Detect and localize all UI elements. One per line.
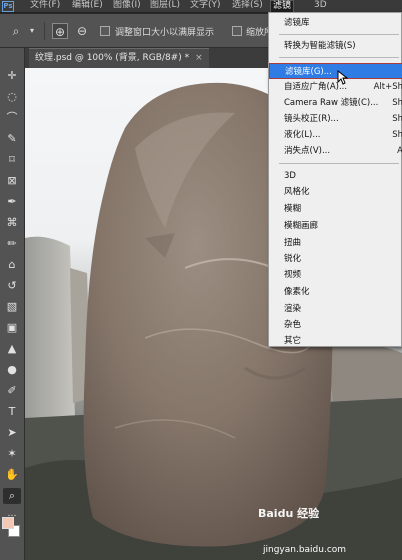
menu-edit[interactable]: 编辑(E)	[72, 0, 103, 13]
history-brush-tool-icon[interactable]: ↺	[3, 278, 21, 294]
close-icon[interactable]: ×	[195, 53, 203, 63]
gradient-tool-icon[interactable]: ▣	[3, 320, 21, 336]
menu-image[interactable]: 图像(I)	[113, 0, 141, 13]
tools-panel: ✛ ◌ ⌒ ✎ ⌑ ⊠ ✒ ⌘ ✏ ⌂ ↺ ▧ ▣ ▲ ● ✐ T ➤ ✶ ✋ …	[0, 48, 25, 560]
dodge-tool-icon[interactable]: ●	[3, 362, 21, 378]
menu-select[interactable]: 选择(S)	[232, 0, 263, 13]
resize-windows-checkbox[interactable]	[100, 26, 110, 36]
eraser-tool-icon[interactable]: ▧	[3, 299, 21, 315]
hand-tool-icon[interactable]: ✋	[3, 467, 21, 483]
menu-file[interactable]: 文件(F)	[30, 0, 60, 13]
menu-item-blur[interactable]: 模糊	[269, 201, 402, 217]
mouse-cursor-icon	[337, 70, 348, 85]
menu-item-convert-smart-filters[interactable]: 转换为智能滤镜(S)	[269, 38, 402, 54]
menu-item-lens-correction[interactable]: 镜头校正(R)... Sh	[269, 111, 402, 127]
menu-divider	[279, 34, 399, 35]
menu-type[interactable]: 文字(Y)	[190, 0, 221, 13]
menu-item-filter-gallery-last[interactable]: 滤镜库	[269, 15, 402, 31]
menu-item-3d[interactable]: 3D	[269, 168, 402, 184]
quick-selection-tool-icon[interactable]: ✎	[3, 131, 21, 147]
custom-shape-tool-icon[interactable]: ✶	[3, 446, 21, 462]
menu-item-adaptive-wide-angle[interactable]: 自适应广角(A)... Alt+Sh	[269, 79, 402, 95]
eyedropper-tool-icon[interactable]: ✒	[3, 194, 21, 210]
menu-item-blur-gallery[interactable]: 模糊画廊	[269, 218, 402, 234]
zoom-tool-icon[interactable]: ⌕	[8, 23, 24, 39]
chevron-down-icon[interactable]: ▾	[24, 23, 40, 39]
divider	[44, 22, 45, 40]
blur-tool-icon[interactable]: ▲	[3, 341, 21, 357]
menu-item-noise[interactable]: 杂色	[269, 317, 402, 333]
frame-tool-icon[interactable]: ⊠	[3, 173, 21, 189]
menu-item-other[interactable]: 其它	[269, 333, 402, 349]
zoom-out-icon[interactable]: ⊖	[74, 23, 90, 39]
menu-item-vanishing-point[interactable]: 消失点(V)... A	[269, 143, 402, 159]
menu-divider	[279, 163, 399, 164]
filter-menu: 滤镜库 转换为智能滤镜(S) 滤镜库(G)... 自适应广角(A)... Alt+…	[268, 12, 402, 347]
lasso-tool-icon[interactable]: ⌒	[3, 110, 21, 126]
menu-item-liquify[interactable]: 液化(L)... Sh	[269, 127, 402, 143]
foreground-color-swatch[interactable]	[2, 517, 14, 529]
type-tool-icon[interactable]: T	[3, 404, 21, 420]
healing-brush-tool-icon[interactable]: ⌘	[3, 215, 21, 231]
zoom-tool-icon[interactable]: ⌕	[3, 488, 21, 504]
menu-item-sharpen[interactable]: 锐化	[269, 251, 402, 267]
photoshop-logo[interactable]: Ps	[2, 1, 14, 12]
path-selection-tool-icon[interactable]: ➤	[3, 425, 21, 441]
baidu-watermark: Baidu 经验	[258, 507, 320, 520]
menu-item-camera-raw[interactable]: Camera Raw 滤镜(C)... Sh	[269, 95, 402, 111]
menu-divider	[279, 57, 399, 58]
menu-item-video[interactable]: 视频	[269, 267, 402, 283]
baidu-watermark-url: jingyan.baidu.com	[263, 545, 347, 555]
pen-tool-icon[interactable]: ✐	[3, 383, 21, 399]
menu-item-stylize[interactable]: 风格化	[269, 184, 402, 200]
menu-item-filter-gallery[interactable]: 滤镜库(G)...	[269, 63, 402, 79]
document-tab[interactable]: 纹理.psd @ 100% (背景, RGB/8#) * ×	[29, 48, 209, 68]
marquee-tool-icon[interactable]: ◌	[3, 89, 21, 105]
resize-windows-label: 调整窗口大小以满屏显示	[115, 28, 215, 38]
clone-stamp-tool-icon[interactable]: ⌂	[3, 257, 21, 273]
zoom-all-checkbox[interactable]	[232, 26, 242, 36]
menu-layer[interactable]: 图层(L)	[150, 0, 180, 13]
menu-item-pixelate[interactable]: 像素化	[269, 284, 402, 300]
crop-tool-icon[interactable]: ⌑	[3, 152, 21, 168]
menu-item-render[interactable]: 渲染	[269, 301, 402, 317]
zoom-in-icon[interactable]: ⊕	[52, 23, 68, 39]
menu-item-distort[interactable]: 扭曲	[269, 235, 402, 251]
brush-tool-icon[interactable]: ✏	[3, 236, 21, 252]
document-title: 纹理.psd @ 100% (背景, RGB/8#) *	[35, 53, 190, 63]
move-tool-icon[interactable]: ✛	[3, 68, 21, 84]
